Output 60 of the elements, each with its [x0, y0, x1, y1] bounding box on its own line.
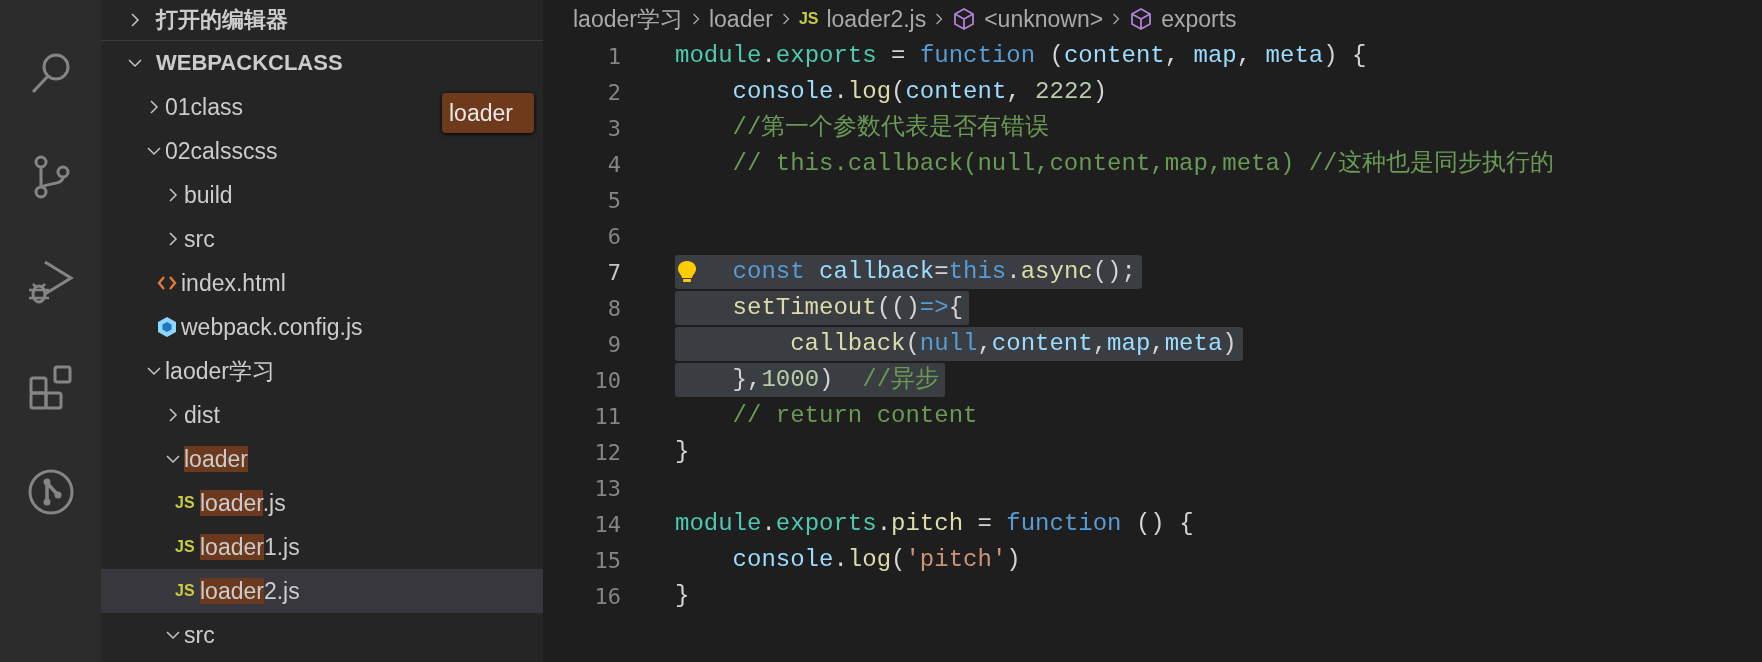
- breadcrumb-item[interactable]: laoder学习: [573, 3, 683, 35]
- lightbulb-icon[interactable]: [677, 260, 697, 284]
- code-line: // return content: [731, 401, 979, 431]
- line-number: 4: [606, 151, 621, 177]
- line-number: 9: [606, 331, 621, 357]
- code-line: console.log('pitch'): [731, 545, 1022, 575]
- code-line: console.log(content, 2222): [731, 77, 1109, 107]
- code-line: // this.callback(null,content,map,meta) //这种也是同步执行的: [731, 149, 1555, 179]
- line-number: 10: [593, 367, 621, 393]
- code-line: //第一个参数代表是否有错误: [731, 113, 1051, 143]
- section-header[interactable]: WEBPACKCLASS: [101, 41, 543, 85]
- chevron-icon: [934, 11, 945, 27]
- line-number: 14: [593, 511, 621, 537]
- code-line: module.exports = function (content, map, meta) {: [675, 41, 1368, 71]
- line-number: 1: [606, 43, 621, 69]
- line-number: 3: [606, 115, 621, 141]
- breadcrumb-item[interactable]: <unknown>: [984, 5, 1104, 33]
- file-item[interactable]: JS loader2.js: [101, 569, 543, 613]
- folder-item[interactable]: src: [101, 613, 215, 657]
- folder-item[interactable]: 01class: [101, 85, 243, 129]
- js-file-icon: JS: [798, 10, 819, 28]
- chevron-icon: [780, 11, 791, 27]
- breadcrumb-item[interactable]: loader2.js: [826, 5, 927, 33]
- cube-icon: [156, 316, 178, 338]
- folder-item[interactable]: loader: [101, 437, 248, 481]
- line-number: 16: [593, 583, 621, 609]
- code-line: }: [675, 581, 691, 611]
- file-item[interactable]: JS loader.js: [101, 481, 286, 525]
- js-file-icon: JS: [175, 582, 197, 600]
- file-item[interactable]: webpack.config.js: [101, 305, 363, 349]
- js-file-icon: JS: [175, 538, 197, 556]
- line-number: 7: [606, 259, 621, 285]
- breadcrumb-item[interactable]: loader: [708, 5, 773, 33]
- run-debug-icon[interactable]: [26, 258, 75, 306]
- cube-icon: [952, 7, 977, 31]
- chevron-icon: [1111, 11, 1122, 27]
- line-number: 12: [593, 439, 621, 465]
- chevron-icon: [690, 11, 701, 27]
- line-number: 2: [606, 79, 621, 105]
- line-number: 8: [606, 295, 621, 321]
- js-file-icon: JS: [175, 494, 197, 512]
- folder-item[interactable]: dist: [101, 393, 220, 437]
- file-item[interactable]: JS loader1.js: [101, 525, 300, 569]
- folder-item[interactable]: src: [101, 217, 215, 261]
- line-number: 15: [593, 547, 621, 573]
- filter-field[interactable]: loader: [442, 93, 534, 133]
- line-number: 5: [606, 187, 621, 213]
- git-graph-icon[interactable]: [26, 468, 75, 516]
- cube-icon: [1129, 7, 1154, 31]
- folder-item[interactable]: 02calsscss: [101, 129, 278, 173]
- breadcrumb-item[interactable]: exports: [1161, 5, 1237, 33]
- line-number: 13: [593, 475, 621, 501]
- folder-item[interactable]: build: [101, 173, 233, 217]
- section-header[interactable]: 打开的编辑器: [101, 0, 543, 41]
- file-item[interactable]: index.html: [101, 261, 286, 305]
- code-line: module.exports.pitch = function () {: [675, 509, 1195, 539]
- folder-item[interactable]: laoder学习: [101, 349, 275, 393]
- line-number: 6: [606, 223, 621, 249]
- code-line: }: [675, 437, 691, 467]
- line-number: 11: [593, 403, 621, 429]
